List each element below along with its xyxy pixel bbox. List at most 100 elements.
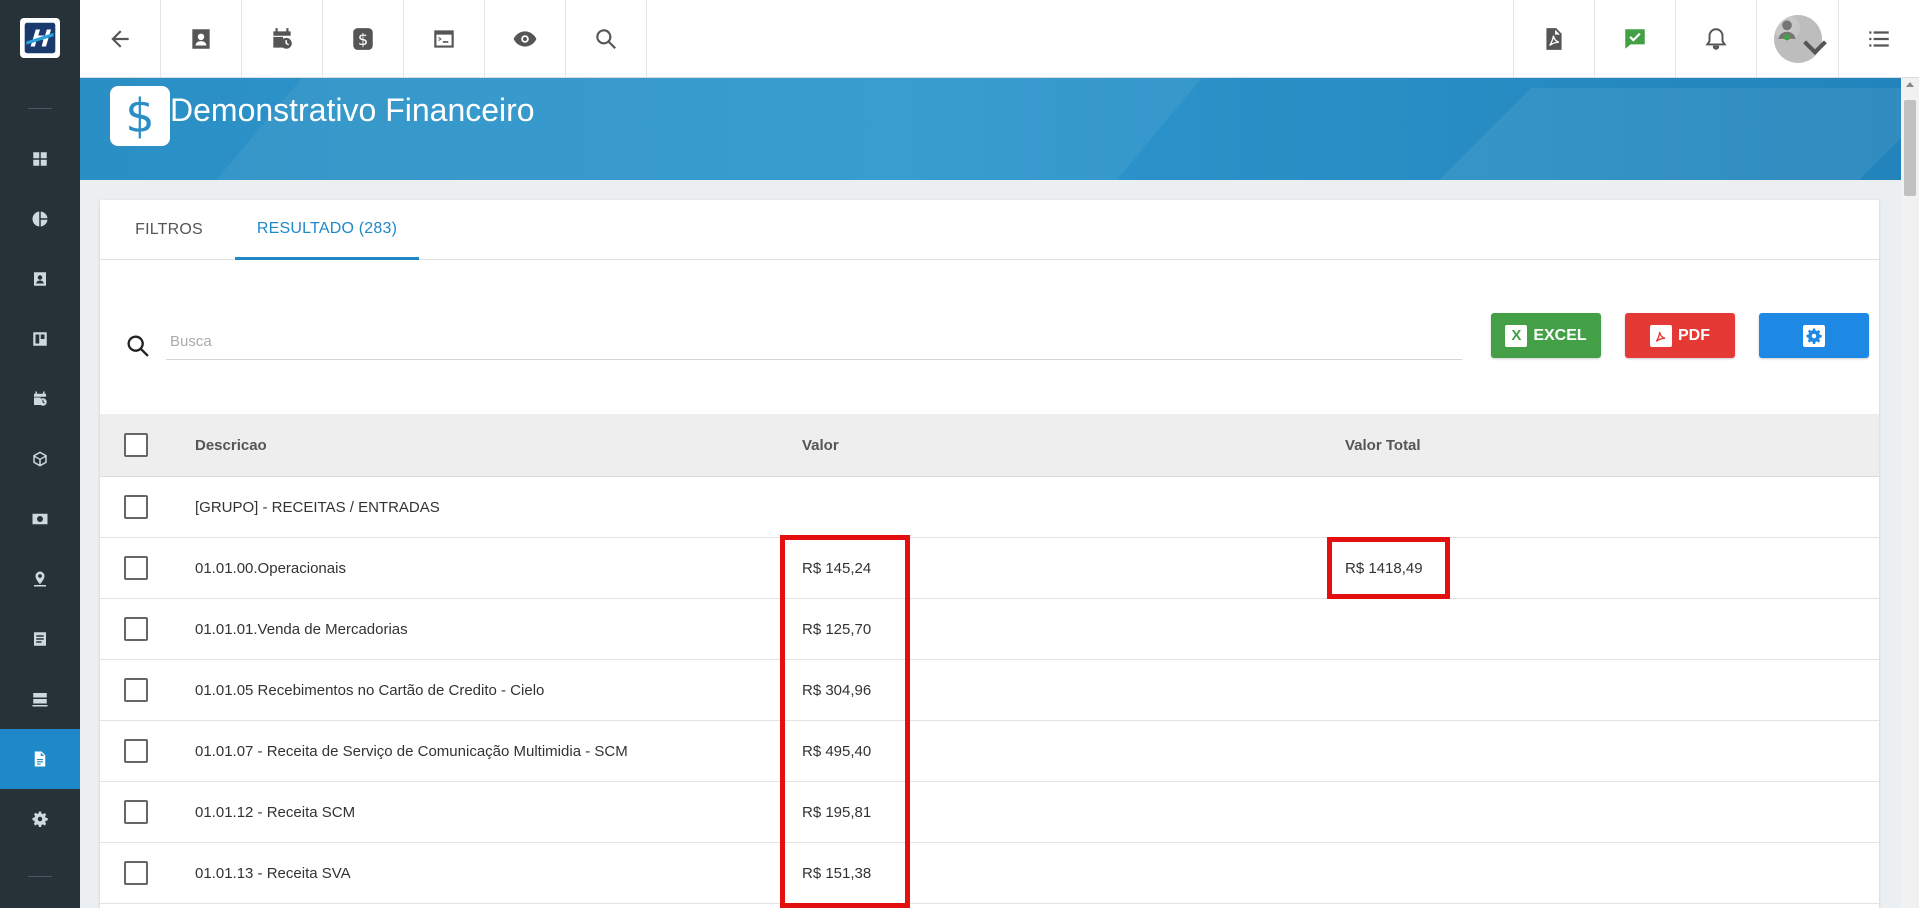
row-checkbox[interactable]	[124, 800, 148, 824]
cell-descricao: 01.01.00.Operacionais	[195, 560, 346, 577]
finance-button[interactable]: $	[323, 0, 404, 77]
dollar-icon: $	[353, 27, 373, 50]
sidebar-item-documents[interactable]	[0, 609, 80, 669]
cell-descricao: 01.01.07 - Receita de Serviço de Comunic…	[195, 743, 628, 760]
table-row[interactable]: 01.01.01.Venda de Mercadorias R$ 125,70	[100, 599, 1879, 660]
cell-descricao: 01.01.01.Venda de Mercadorias	[195, 621, 408, 638]
excel-icon: X	[1505, 324, 1528, 347]
eye-icon	[513, 30, 537, 47]
app-logo[interactable]	[20, 18, 60, 58]
box-icon	[33, 451, 47, 467]
cell-descricao: 01.01.05 Recebimentos no Cartão de Credi…	[195, 682, 545, 699]
sidebar-item-reports[interactable]	[0, 729, 80, 789]
cell-valor: R$ 151,38	[802, 865, 872, 882]
svg-text:$: $	[358, 29, 368, 48]
sidebar-item-dashboard[interactable]	[0, 129, 80, 189]
sidebar-item-board[interactable]	[0, 309, 80, 369]
user-avatar-icon	[1773, 14, 1800, 41]
cell-valor: R$ 145,24	[802, 560, 872, 577]
tab-filtros[interactable]: FILTROS	[114, 200, 224, 260]
search-button[interactable]	[566, 0, 647, 77]
notifications-button[interactable]	[1675, 0, 1756, 77]
cell-descricao: 01.01.13 - Receita SVA	[195, 865, 351, 882]
list-document-icon	[34, 632, 46, 646]
tab-resultado[interactable]: RESULTADO (283)	[235, 200, 419, 260]
cell-valor: R$ 125,70	[802, 621, 872, 638]
tasks-button[interactable]	[1594, 0, 1675, 77]
svg-text:$: $	[39, 517, 42, 523]
sidebar-item-charts[interactable]	[0, 189, 80, 249]
page-header-banner: $ Demonstrativo Financeiro	[80, 78, 1901, 180]
table-row[interactable]: 01.01.12 - Receita SCM R$ 195,81	[100, 782, 1879, 843]
schedule-button[interactable]	[242, 0, 323, 77]
dollar-icon: $	[110, 86, 170, 146]
search-icon	[127, 335, 149, 357]
column-header-valor-total[interactable]: Valor Total	[1345, 414, 1421, 477]
sidebar-item-servers[interactable]	[0, 669, 80, 729]
sidebar-item-schedule[interactable]	[0, 369, 80, 429]
back-button[interactable]	[80, 0, 161, 77]
cell-descricao: [GRUPO] - RECEITAS / ENTRADAS	[195, 499, 440, 516]
map-pin-icon	[34, 571, 46, 587]
menu-list-icon	[1869, 30, 1889, 47]
contacts-button[interactable]	[161, 0, 242, 77]
contact-card-icon	[34, 272, 46, 286]
server-icon	[32, 693, 48, 707]
results-card: FILTROS RESULTADO (283) X EXCEL PDF Desc…	[100, 200, 1879, 908]
user-menu-button[interactable]	[1756, 0, 1838, 77]
tab-bar: FILTROS RESULTADO (283)	[100, 200, 1879, 260]
dashboard-icon	[33, 152, 47, 166]
terminal-icon	[434, 29, 454, 48]
table-row[interactable]: 01.01.00.Operacionais R$ 145,24 R$ 1418,…	[100, 538, 1879, 599]
sidebar-divider	[28, 108, 52, 109]
sidebar-item-settings[interactable]	[0, 789, 80, 849]
cell-valor: R$ 195,81	[802, 804, 872, 821]
pdf-button-label: PDF	[1678, 326, 1710, 344]
export-pdf-button[interactable]: PDF	[1625, 313, 1735, 358]
view-button[interactable]	[485, 0, 566, 77]
cell-valor-total: R$ 1418,49	[1345, 560, 1423, 577]
pdf-file-icon	[1546, 27, 1562, 50]
gear-icon	[1803, 324, 1825, 347]
export-excel-button[interactable]: X EXCEL	[1491, 313, 1601, 358]
sidebar-item-finance[interactable]: $	[0, 489, 80, 549]
calendar-clock-icon	[34, 391, 47, 406]
scroll-up-arrow-icon[interactable]	[1906, 82, 1914, 87]
row-checkbox[interactable]	[124, 495, 148, 519]
cell-valor: R$ 495,40	[802, 743, 872, 760]
table-row[interactable]: 01.01.13 - Receita SVA R$ 151,38	[100, 843, 1879, 904]
excel-button-label: EXCEL	[1533, 326, 1587, 344]
banner-decoration	[1351, 88, 1901, 180]
vertical-scrollbar[interactable]	[1901, 78, 1919, 908]
row-checkbox[interactable]	[124, 556, 148, 580]
row-checkbox[interactable]	[124, 739, 148, 763]
column-header-descricao[interactable]: Descricao	[195, 414, 267, 477]
top-toolbar: $	[80, 0, 1919, 78]
chat-check-icon	[1625, 28, 1645, 49]
main-menu-button[interactable]	[1838, 0, 1919, 77]
table-row[interactable]: 01.01.07 - Receita de Serviço de Comunic…	[100, 721, 1879, 782]
terminal-button[interactable]	[404, 0, 485, 77]
row-checkbox[interactable]	[124, 861, 148, 885]
table-settings-button[interactable]	[1759, 313, 1869, 358]
search-icon	[596, 28, 616, 49]
sidebar-item-locations[interactable]	[0, 549, 80, 609]
pdf-export-button[interactable]	[1513, 0, 1594, 77]
sidebar-item-inventory[interactable]	[0, 429, 80, 489]
board-icon	[33, 332, 47, 346]
pdf-icon	[1650, 324, 1672, 347]
row-checkbox[interactable]	[124, 678, 148, 702]
calendar-clock-icon	[273, 27, 292, 49]
scroll-thumb[interactable]	[1904, 100, 1916, 196]
select-all-checkbox[interactable]	[124, 433, 148, 457]
sidebar-item-contacts[interactable]	[0, 249, 80, 309]
row-checkbox[interactable]	[124, 617, 148, 641]
table-row[interactable]: 01.01.05 Recebimentos no Cartão de Credi…	[100, 660, 1879, 721]
contact-card-icon	[192, 28, 210, 49]
gear-icon	[32, 811, 48, 827]
column-header-valor[interactable]: Valor	[802, 414, 839, 477]
table-row[interactable]: [GRUPO] - RECEITAS / ENTRADAS	[100, 477, 1879, 538]
search-input[interactable]	[166, 324, 1462, 360]
sidebar: $	[0, 0, 80, 908]
chevron-down-icon	[1803, 40, 1827, 56]
